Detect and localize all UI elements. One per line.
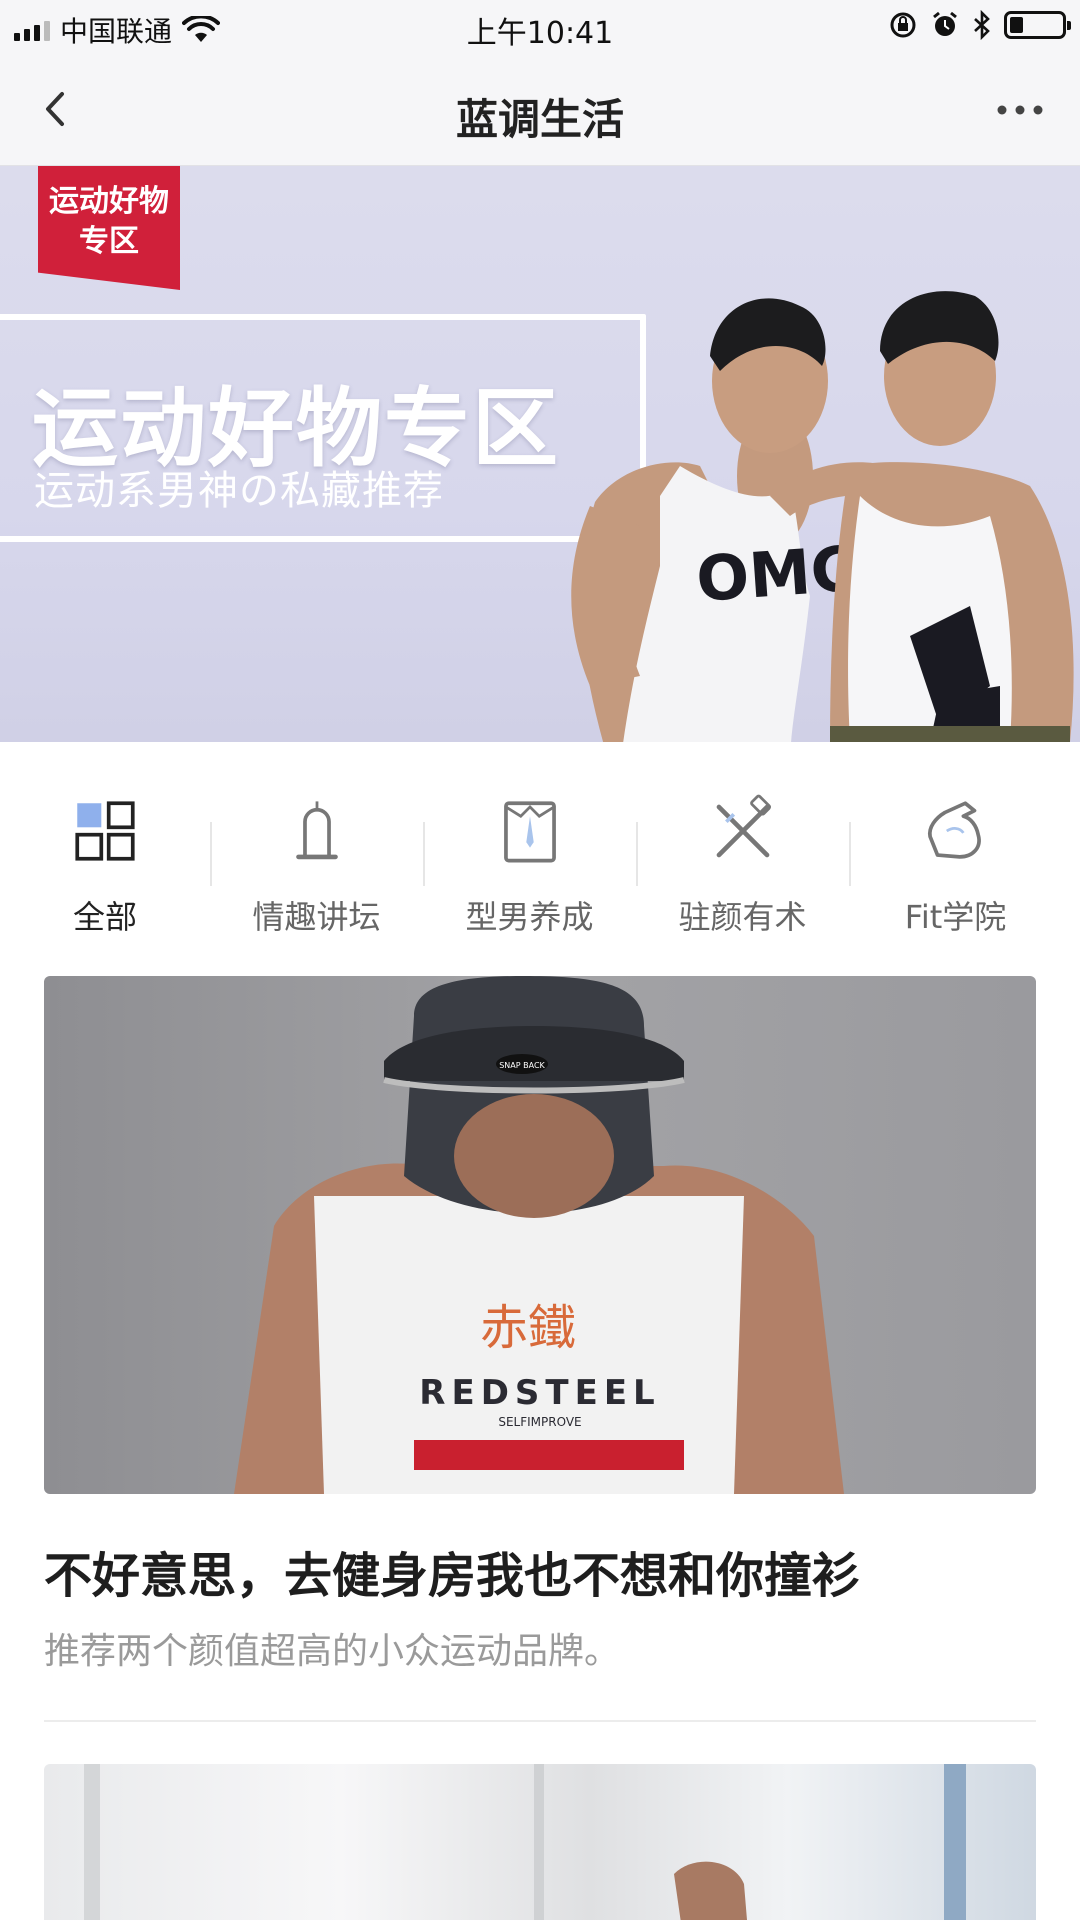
page-title: 蓝调生活 <box>455 95 624 144</box>
tab-love-forum[interactable]: 情趣讲坛 <box>210 762 423 938</box>
tab-label: 情趣讲坛 <box>252 898 381 936</box>
promo-banner[interactable]: OMG 运动好物专区 运动好物专区 运动系男神の私藏推荐 <box>0 166 1080 742</box>
bicep-icon <box>927 801 981 859</box>
shirt-logo-cn: 赤鐵 <box>480 1300 576 1356</box>
status-right <box>888 10 1071 40</box>
tab-label: 全部 <box>72 898 137 936</box>
battery-icon <box>1004 11 1071 39</box>
rotation-lock-icon <box>890 12 916 38</box>
tab-label: 型男养成 <box>465 898 594 936</box>
grid-icon <box>75 801 135 861</box>
tab-fit-academy[interactable]: Fit学院 <box>849 762 1062 938</box>
shirt-brand: REDSTEEL <box>419 1373 660 1413</box>
article-summary: 推荐两个颜值超高的小众运动品牌。 <box>44 1631 621 1672</box>
tab-style[interactable]: 型男养成 <box>423 762 636 938</box>
bluetooth-icon <box>974 10 990 40</box>
banner-ribbon: 运动好物专区 <box>38 166 180 290</box>
tab-divider <box>636 822 638 886</box>
tab-label: Fit学院 <box>904 898 1007 936</box>
status-bar: 中国联通 上午10:41 <box>0 0 1080 54</box>
list-divider <box>44 1720 1036 1722</box>
category-tabs: 全部 情趣讲坛 型男养成 驻颜有术 Fit学院 <box>0 762 1080 938</box>
curtain-illustration <box>84 1764 966 1920</box>
article-cover-illustration: SNAP BACK 赤鐵 REDSTEEL SELFIMPROVE <box>234 976 844 1494</box>
razor-icon <box>716 794 771 858</box>
cap-text: SNAP BACK <box>499 1061 545 1070</box>
article-title[interactable]: 不好意思，去健身房我也不想和你撞衫 <box>44 1536 1036 1606</box>
shirt-tagline: SELFIMPROVE <box>498 1415 581 1429</box>
condom-icon <box>295 801 338 860</box>
banner-models-image: OMG <box>571 291 1074 742</box>
nav-bar: 蓝调生活 <box>0 54 1080 166</box>
tab-divider <box>210 822 212 886</box>
tab-divider <box>849 822 851 886</box>
tab-label: 驻颜有术 <box>678 898 807 936</box>
article-cover-image[interactable] <box>44 1764 1036 1920</box>
article-cover-image[interactable]: SNAP BACK 赤鐵 REDSTEEL SELFIMPROVE <box>44 976 1036 1494</box>
battery-level <box>1010 17 1023 33</box>
banner-subtitle: 运动系男神の私藏推荐 <box>34 468 444 514</box>
tab-grooming[interactable]: 驻颜有术 <box>636 762 849 938</box>
more-horizontal-icon[interactable] <box>990 90 1050 130</box>
tab-all[interactable]: 全部 <box>0 762 210 938</box>
shirt-icon <box>503 801 556 863</box>
screen: 中国联通 上午10:41 蓝调生活 OMG 运动好物专区 运动好物专区 运动系男… <box>0 0 1080 1920</box>
tab-divider <box>423 822 425 886</box>
alarm-icon <box>933 11 957 36</box>
